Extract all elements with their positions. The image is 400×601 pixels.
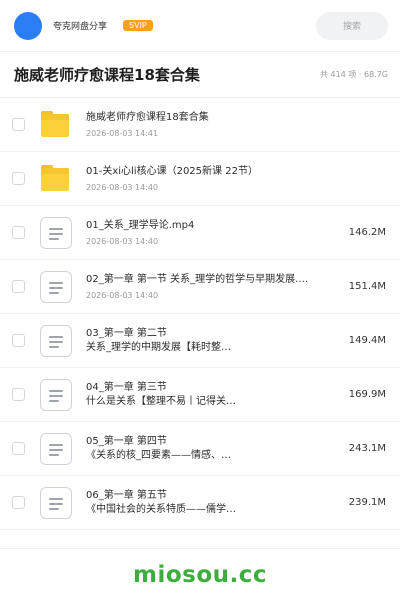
top-bar: 夸克网盘分享 SVIP 搜索 — [0, 0, 400, 52]
document-icon — [40, 270, 72, 303]
item-name: 01-关xi心li核心课（2025新课 22节） — [86, 166, 258, 177]
item-size: 243.1M — [348, 443, 386, 454]
item-info: 01_关系_理学导论.mp4 2026-08-03 14:40 — [86, 219, 328, 246]
folder-icon — [40, 163, 72, 195]
item-date: 2026-08-03 14:40 — [86, 237, 159, 246]
select-checkbox[interactable] — [12, 226, 25, 239]
search-label: 搜索 — [342, 22, 361, 32]
item-name: 04_第一章 第三节 — [86, 381, 167, 393]
document-icon — [40, 432, 72, 465]
footer: miosou.cc — [0, 548, 400, 601]
svip-badge: SVIP — [123, 20, 153, 31]
list-item[interactable]: 05_第一章 第四节《关系的核_四要素——情感、… 243.1M — [0, 422, 400, 476]
avatar[interactable] — [14, 11, 42, 40]
item-size: 151.4M — [348, 281, 386, 292]
item-name: 03_第一章 第二节 — [86, 327, 167, 339]
item-name-line2: 《中国社会的关系特质——儒学… — [86, 503, 236, 515]
select-checkbox[interactable] — [12, 442, 25, 455]
item-name: 施威老师疗愈课程18套合集 — [86, 112, 209, 123]
item-size: 169.9M — [348, 389, 386, 400]
item-date: 2026-08-03 14:40 — [86, 183, 159, 192]
item-name: 05_第一章 第四节 — [86, 435, 167, 447]
item-info: 施威老师疗愈课程18套合集 2026-08-03 14:41 — [86, 111, 386, 138]
select-checkbox[interactable] — [12, 388, 25, 401]
item-name-line2: 关系_理学的中期发展【耗时整… — [86, 341, 231, 353]
page-title: 施威老师疗愈课程18套合集 — [14, 66, 200, 84]
folder-header: 施威老师疗愈课程18套合集 共 414 项 · 68.7G — [0, 52, 400, 98]
item-name-line2: 《关系的核_四要素——情感、… — [86, 449, 231, 461]
item-date: 2026-08-03 14:41 — [86, 129, 159, 138]
user-name: 夸克网盘分享 — [53, 22, 108, 32]
select-checkbox[interactable] — [12, 172, 25, 185]
list-item[interactable]: 02_第一章 第一节 关系_理学的哲学与早期发展.… 2026-08-03 14:… — [0, 260, 400, 314]
item-info: 01-关xi心li核心课（2025新课 22节） 2026-08-03 14:40 — [86, 165, 386, 192]
file-list: 施威老师疗愈课程18套合集 2026-08-03 14:41 01-关xi心li核心… — [0, 98, 400, 530]
item-info: 04_第一章 第三节什么是关系【整理不易丨记得关… — [86, 381, 328, 409]
folder-icon — [40, 109, 72, 141]
select-checkbox[interactable] — [12, 280, 25, 293]
document-icon — [40, 216, 72, 249]
select-checkbox[interactable] — [12, 334, 25, 347]
list-item[interactable]: 06_第一章 第五节《中国社会的关系特质——儒学… 239.1M — [0, 476, 400, 530]
document-icon — [40, 324, 72, 357]
list-item[interactable]: 01-关xi心li核心课（2025新课 22节） 2026-08-03 14:40 — [0, 152, 400, 206]
item-size: 146.2M — [348, 227, 386, 238]
list-item[interactable]: 01_关系_理学导论.mp4 2026-08-03 14:40 146.2M — [0, 206, 400, 260]
item-info: 02_第一章 第一节 关系_理学的哲学与早期发展.… 2026-08-03 14:… — [86, 273, 328, 300]
list-item[interactable]: 03_第一章 第二节关系_理学的中期发展【耗时整… 149.4M — [0, 314, 400, 368]
item-info: 03_第一章 第二节关系_理学的中期发展【耗时整… — [86, 327, 328, 355]
item-info: 05_第一章 第四节《关系的核_四要素——情感、… — [86, 435, 328, 463]
item-size: 149.4M — [348, 335, 386, 346]
item-size: 239.1M — [348, 497, 386, 508]
search-button[interactable]: 搜索 — [316, 11, 388, 40]
item-summary: 共 414 项 · 68.7G — [320, 70, 388, 79]
list-item[interactable]: 施威老师疗愈课程18套合集 2026-08-03 14:41 — [0, 98, 400, 152]
item-name: 06_第一章 第五节 — [86, 489, 167, 501]
document-icon — [40, 378, 72, 411]
item-date: 2026-08-03 14:40 — [86, 291, 159, 300]
item-name-line2: 什么是关系【整理不易丨记得关… — [86, 395, 236, 407]
item-name: 01_关系_理学导论.mp4 — [86, 220, 195, 231]
watermark: miosou.cc — [132, 562, 268, 588]
item-name: 02_第一章 第一节 关系_理学的哲学与早期发展.… — [86, 274, 309, 285]
select-checkbox[interactable] — [12, 496, 25, 509]
list-item[interactable]: 04_第一章 第三节什么是关系【整理不易丨记得关… 169.9M — [0, 368, 400, 422]
document-icon — [40, 486, 72, 519]
item-info: 06_第一章 第五节《中国社会的关系特质——儒学… — [86, 489, 328, 517]
select-checkbox[interactable] — [12, 118, 25, 131]
